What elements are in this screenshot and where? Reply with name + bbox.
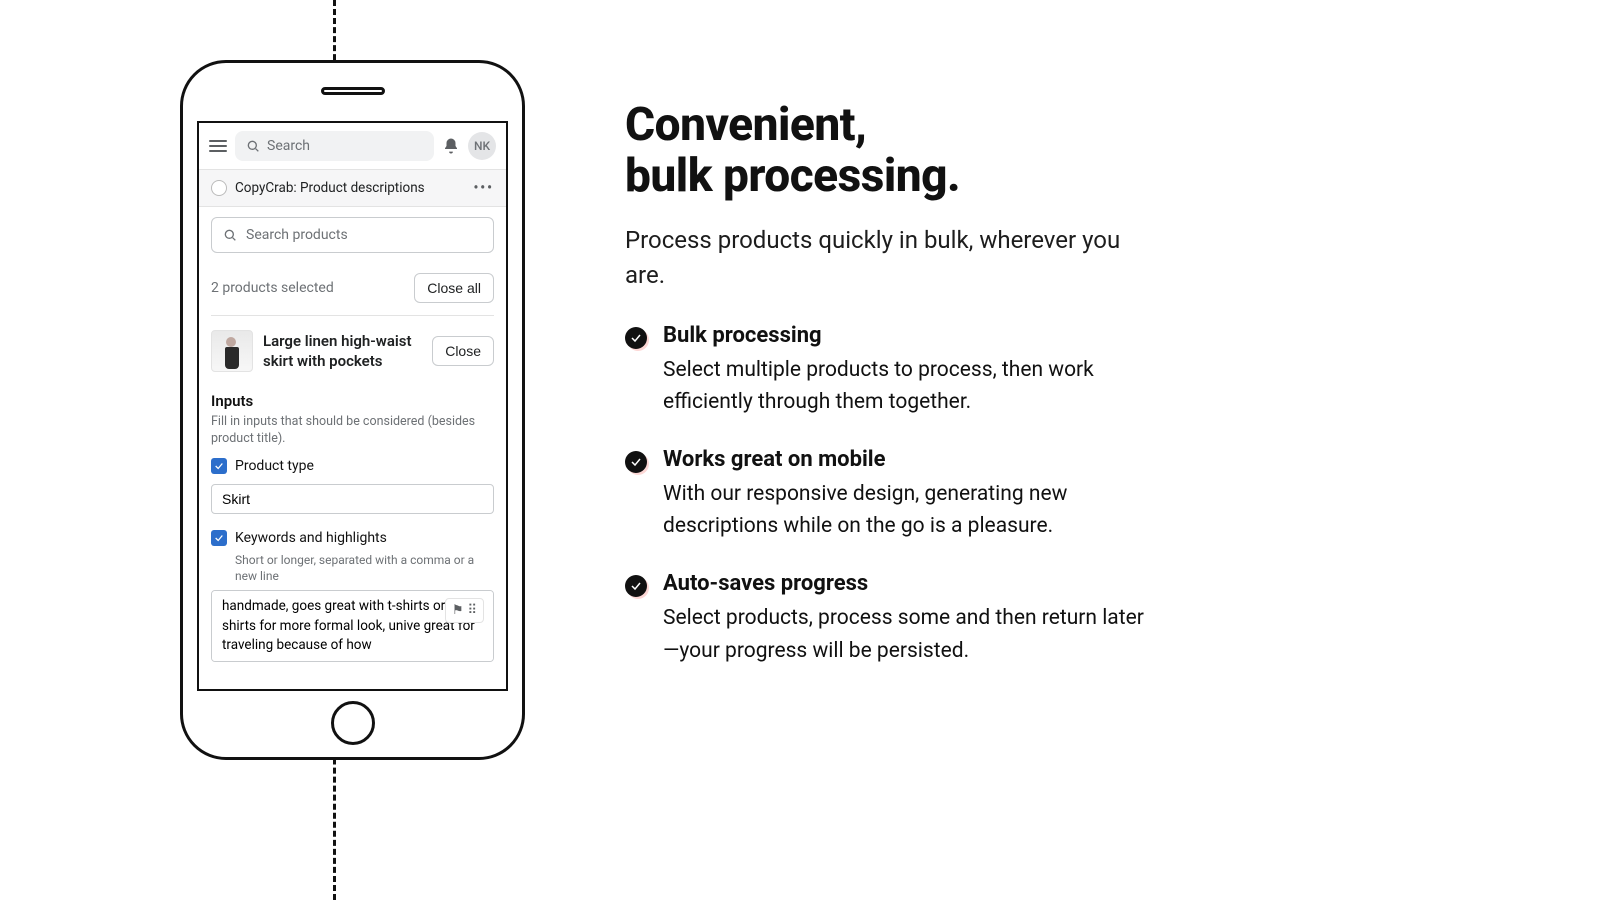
check-badge-icon <box>625 327 647 349</box>
app-rail: CopyCrab: Product descriptions ••• <box>199 170 506 207</box>
feature-title: Auto-saves progress <box>663 571 1145 596</box>
bell-icon[interactable] <box>442 137 460 155</box>
global-search[interactable]: Search <box>235 131 434 161</box>
keywords-hint: Short or longer, separated with a comma … <box>235 552 494 584</box>
home-button[interactable] <box>331 701 375 745</box>
product-title: Large linen high-waist skirt with pocket… <box>263 331 422 372</box>
product-type-label: Product type <box>235 458 314 474</box>
selection-count: 2 products selected <box>211 280 334 296</box>
app-icon <box>211 180 227 196</box>
search-icon <box>222 227 238 243</box>
feature-title: Bulk processing <box>663 323 1145 348</box>
content-sheet: Search products 2 products selected Clos… <box>199 207 506 689</box>
product-row: Large linen high-waist skirt with pocket… <box>211 316 494 386</box>
search-icon <box>245 138 261 154</box>
headline-line1: Convenient, <box>625 98 866 152</box>
phone-frame: Search NK CopyCrab: Product descriptions… <box>180 60 525 760</box>
feature-mobile: Works great on mobile With our responsiv… <box>625 447 1145 543</box>
keywords-checkbox[interactable]: Keywords and highlights <box>211 530 494 546</box>
feature-body: Select multiple products to process, the… <box>663 354 1145 419</box>
app-title: CopyCrab: Product descriptions <box>235 180 425 196</box>
keywords-label: Keywords and highlights <box>235 530 387 546</box>
feature-body: With our responsive design, generating n… <box>663 478 1145 543</box>
app-screen: Search NK CopyCrab: Product descriptions… <box>197 121 508 691</box>
inputs-sub: Fill in inputs that should be considered… <box>211 414 494 448</box>
product-type-checkbox[interactable]: Product type <box>211 458 494 474</box>
check-badge-icon <box>625 451 647 473</box>
product-type-field[interactable] <box>211 484 494 514</box>
marketing-panel: Convenient, bulk processing. Process pro… <box>625 60 1420 760</box>
drag-icon[interactable]: ⠿ <box>467 603 477 618</box>
topbar: Search NK <box>199 123 506 170</box>
feature-body: Select products, process some and then r… <box>663 602 1145 667</box>
product-search-placeholder: Search products <box>246 227 348 243</box>
product-search[interactable]: Search products <box>211 217 494 253</box>
headline: Convenient, bulk processing. <box>625 100 1420 201</box>
product-thumbnail <box>211 330 253 372</box>
headline-line2: bulk processing. <box>625 149 960 203</box>
phone-speaker <box>321 87 385 95</box>
avatar[interactable]: NK <box>468 132 496 160</box>
close-product-button[interactable]: Close <box>432 336 494 366</box>
close-all-button[interactable]: Close all <box>414 273 494 303</box>
inputs-heading: Inputs <box>211 392 494 410</box>
feature-bulk: Bulk processing Select multiple products… <box>625 323 1145 419</box>
check-badge-icon <box>625 575 647 597</box>
checkbox-checked-icon <box>211 458 227 474</box>
search-placeholder: Search <box>267 138 310 154</box>
selection-row: 2 products selected Close all <box>211 267 494 316</box>
feature-autosave: Auto-saves progress Select products, pro… <box>625 571 1145 667</box>
textarea-toolbar: ⚑ ⠿ <box>445 598 484 623</box>
lede: Process products quickly in bulk, wherev… <box>625 223 1145 293</box>
checkbox-checked-icon <box>211 530 227 546</box>
flag-icon[interactable]: ⚑ <box>452 603 464 618</box>
menu-icon[interactable] <box>209 140 227 152</box>
feature-title: Works great on mobile <box>663 447 1145 472</box>
more-icon[interactable]: ••• <box>473 180 494 196</box>
